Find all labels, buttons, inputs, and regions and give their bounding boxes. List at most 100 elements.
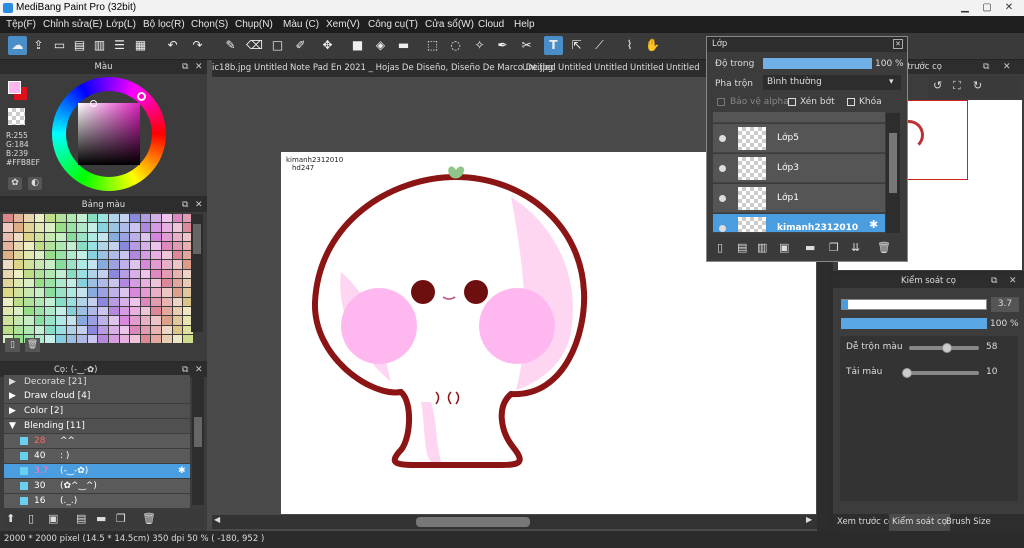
palette-swatch[interactable] bbox=[130, 334, 140, 344]
tab[interactable]: ic18b.jpg bbox=[212, 60, 251, 77]
tab-brush-size[interactable]: Brush Size bbox=[946, 514, 991, 531]
palette-swatch[interactable] bbox=[87, 306, 98, 316]
palette-swatch[interactable] bbox=[172, 325, 183, 334]
palette-swatch[interactable] bbox=[98, 297, 108, 306]
primary-color-swatch[interactable] bbox=[8, 81, 21, 94]
palette-swatch[interactable] bbox=[87, 241, 98, 251]
edit-brush-icon[interactable]: ▤ bbox=[76, 512, 86, 525]
palette-swatch[interactable] bbox=[77, 251, 87, 260]
redo-icon[interactable]: ↷ bbox=[188, 36, 207, 55]
palette-swatch[interactable] bbox=[13, 316, 24, 325]
canvas-hscrollbar[interactable]: ◀ ▶ bbox=[212, 515, 817, 529]
palette-swatch[interactable] bbox=[55, 316, 66, 325]
palette-swatch[interactable] bbox=[24, 241, 34, 251]
palette-swatch[interactable] bbox=[130, 269, 140, 279]
menu-tools[interactable]: Công cụ(T) bbox=[368, 16, 418, 33]
palette-swatch[interactable] bbox=[45, 241, 55, 251]
palette-swatch[interactable] bbox=[98, 251, 108, 260]
text-tool-icon[interactable]: T bbox=[544, 36, 563, 55]
palette-swatch[interactable] bbox=[108, 334, 119, 344]
palette-swatch[interactable] bbox=[3, 297, 13, 306]
magic-wand-icon[interactable]: ✧ bbox=[470, 36, 489, 55]
palette-swatch[interactable] bbox=[140, 251, 151, 260]
palette-swatch[interactable] bbox=[66, 279, 77, 288]
menu-view[interactable]: Xem(V) bbox=[326, 16, 360, 33]
palette-swatch[interactable] bbox=[108, 269, 119, 279]
palette-swatch[interactable] bbox=[108, 260, 119, 269]
palette-swatch[interactable] bbox=[13, 269, 24, 279]
gear-icon[interactable]: ✱ bbox=[178, 464, 186, 478]
palette-swatch[interactable] bbox=[172, 269, 183, 279]
close-icon[interactable]: ✕ bbox=[998, 0, 1020, 16]
palette-swatch[interactable] bbox=[77, 223, 87, 232]
layer-folder-icon[interactable]: ▬ bbox=[805, 241, 815, 254]
brush-group-draw-cloud[interactable]: ▶ Draw cloud [4] bbox=[4, 389, 190, 403]
close-icon[interactable]: ✕ bbox=[195, 60, 203, 74]
palette-swatch[interactable] bbox=[55, 251, 66, 260]
palette-swatch[interactable] bbox=[24, 306, 34, 316]
palette-swatch[interactable] bbox=[77, 316, 87, 325]
palette-swatch[interactable] bbox=[119, 241, 130, 251]
layer-scrollbar[interactable] bbox=[886, 113, 900, 233]
palette-swatch[interactable] bbox=[161, 223, 172, 232]
comment-icon[interactable]: ▭ bbox=[50, 36, 69, 55]
palette-swatch[interactable] bbox=[66, 214, 77, 223]
palette-swatch[interactable] bbox=[108, 214, 119, 223]
palette-swatch[interactable] bbox=[87, 269, 98, 279]
palette-swatch[interactable] bbox=[66, 297, 77, 306]
tab[interactable]: Untitled bbox=[594, 60, 628, 77]
palette-swatch[interactable] bbox=[87, 288, 98, 297]
palette-swatch[interactable] bbox=[55, 279, 66, 288]
bucket-icon[interactable]: ◈ bbox=[371, 36, 390, 55]
list-icon[interactable]: ☰ bbox=[110, 36, 129, 55]
layer-row-partial[interactable] bbox=[713, 112, 885, 123]
brush-group-color[interactable]: ▶ Color [2] bbox=[4, 404, 190, 418]
palette-swatch[interactable] bbox=[66, 241, 77, 251]
palette-swatch[interactable] bbox=[140, 214, 151, 223]
palette-swatch[interactable] bbox=[108, 251, 119, 260]
document-icon[interactable]: ▥ bbox=[90, 36, 109, 55]
new-8bit-layer-icon[interactable]: ▥ bbox=[757, 241, 767, 254]
saturation-square[interactable] bbox=[78, 103, 140, 165]
maximize-icon[interactable]: ▢ bbox=[976, 0, 998, 16]
minimize-icon[interactable]: ▁ bbox=[954, 0, 976, 16]
tab[interactable]: Untitled bbox=[630, 60, 664, 77]
grid-icon[interactable]: ▦ bbox=[131, 36, 150, 55]
visibility-icon[interactable] bbox=[719, 225, 726, 232]
palette-swatch[interactable] bbox=[34, 260, 45, 269]
palette-swatch[interactable] bbox=[119, 279, 130, 288]
palette-swatch[interactable] bbox=[140, 260, 151, 269]
palette-swatch[interactable] bbox=[172, 297, 183, 306]
rotate-left-icon[interactable]: ↺ bbox=[933, 79, 942, 92]
palette-swatch[interactable] bbox=[151, 334, 161, 344]
palette-swatch[interactable] bbox=[119, 306, 130, 316]
palette-swatch[interactable] bbox=[45, 232, 55, 241]
palette-swatch[interactable] bbox=[172, 241, 183, 251]
palette-swatch[interactable] bbox=[3, 214, 13, 223]
palette-swatch[interactable] bbox=[140, 306, 151, 316]
palette-swatch[interactable] bbox=[119, 232, 130, 241]
palette-swatch[interactable] bbox=[45, 260, 55, 269]
palette-swatch[interactable] bbox=[172, 232, 183, 241]
palette-swatch[interactable] bbox=[98, 214, 108, 223]
palette-swatch[interactable] bbox=[45, 316, 55, 325]
palette-swatch[interactable] bbox=[161, 251, 172, 260]
popout-icon[interactable]: ⧉ bbox=[991, 274, 997, 288]
menu-edit[interactable]: Chỉnh sửa(E) bbox=[43, 16, 103, 33]
palette-swatch[interactable] bbox=[98, 279, 108, 288]
brush-group-blending[interactable]: ▼ Blending [11] bbox=[4, 419, 190, 433]
tab[interactable]: Untitled bbox=[666, 60, 700, 77]
palette-swatch[interactable] bbox=[77, 297, 87, 306]
palette-swatch[interactable] bbox=[55, 306, 66, 316]
palette-swatch[interactable] bbox=[151, 251, 161, 260]
palette-swatch[interactable] bbox=[140, 325, 151, 334]
palette-swatch[interactable] bbox=[108, 223, 119, 232]
menu-help[interactable]: Help bbox=[514, 16, 535, 33]
brush-item[interactable]: 28 ^^ bbox=[4, 434, 190, 448]
palette-swatch[interactable] bbox=[119, 260, 130, 269]
tab-brush-control[interactable]: Kiểm soát cọ bbox=[889, 514, 950, 531]
palette-swatch[interactable] bbox=[151, 232, 161, 241]
palette-swatch[interactable] bbox=[130, 241, 140, 251]
layer-row[interactable]: Lớp1 bbox=[713, 184, 885, 213]
palette-swatch[interactable] bbox=[98, 232, 108, 241]
